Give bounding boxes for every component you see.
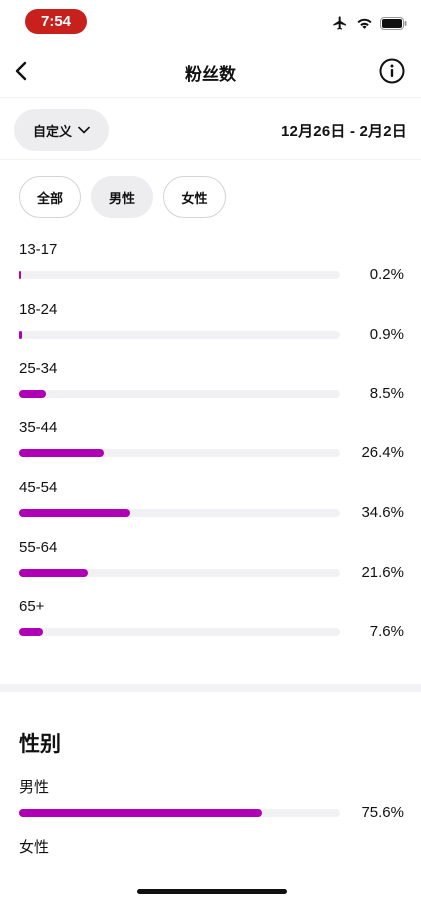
age-row-65-plus: 65+ 7.6% xyxy=(19,597,409,640)
gender-value: 75.6% xyxy=(361,804,404,821)
chip-male-label: 男性 xyxy=(108,190,135,206)
age-bar-fill xyxy=(19,628,44,636)
chip-all[interactable]: 全部 xyxy=(19,176,81,218)
age-bar-track xyxy=(19,271,340,279)
age-label: 13-17 xyxy=(19,241,58,258)
age-bar-track xyxy=(19,331,340,339)
chip-female[interactable]: 女性 xyxy=(163,176,226,218)
chevron-down-icon xyxy=(78,126,90,134)
age-row-45-54: 45-54 34.6% xyxy=(19,478,409,521)
gender-label: 女性 xyxy=(19,839,50,856)
status-time: 7:54 xyxy=(25,9,87,34)
gender-row-female: 女性 xyxy=(19,838,409,858)
age-bar-track xyxy=(19,569,340,577)
age-row-13-17: 13-17 0.2% xyxy=(19,240,409,283)
age-bar-fill xyxy=(19,509,131,517)
age-value: 0.9% xyxy=(369,326,404,343)
info-button[interactable] xyxy=(379,58,405,84)
status-bar: 7:54 xyxy=(0,0,421,44)
chip-female-label: 女性 xyxy=(181,190,208,206)
status-icons xyxy=(331,14,407,32)
gender-row-male: 男性 75.6% xyxy=(19,778,409,821)
chip-all-label: 全部 xyxy=(36,190,63,206)
gender-filter-chips: 全部 男性 女性 xyxy=(19,176,226,218)
age-bar-fill xyxy=(19,449,104,457)
age-value: 26.4% xyxy=(361,444,404,461)
age-bar-track xyxy=(19,509,340,517)
gender-bar-fill xyxy=(19,809,262,817)
age-bar-track xyxy=(19,449,340,457)
age-label: 65+ xyxy=(19,598,45,615)
age-bar-track xyxy=(19,628,340,636)
date-range-dropdown[interactable]: 自定义 xyxy=(14,109,109,151)
date-row: 自定义 12月26日 - 2月2日 xyxy=(0,98,421,160)
age-label: 55-64 xyxy=(19,539,58,556)
age-value: 8.5% xyxy=(369,385,404,402)
age-row-25-34: 25-34 8.5% xyxy=(19,359,409,402)
age-label: 25-34 xyxy=(19,360,58,377)
age-row-18-24: 18-24 0.9% xyxy=(19,300,409,343)
chip-male[interactable]: 男性 xyxy=(91,176,153,218)
gender-label: 男性 xyxy=(19,779,50,796)
nav-bar: 粉丝数 xyxy=(0,44,421,98)
section-divider xyxy=(0,684,421,692)
wifi-icon xyxy=(357,18,372,29)
gender-bar-track xyxy=(19,809,340,817)
age-row-55-64: 55-64 21.6% xyxy=(19,538,409,581)
age-value: 7.6% xyxy=(369,623,404,640)
age-bar-fill xyxy=(19,271,21,279)
age-label: 18-24 xyxy=(19,301,58,318)
age-label: 35-44 xyxy=(19,419,58,436)
age-row-35-44: 35-44 26.4% xyxy=(19,418,409,461)
gender-section-title: 性别 xyxy=(19,733,61,756)
home-indicator xyxy=(137,889,287,894)
battery-icon xyxy=(380,16,407,30)
date-range-dropdown-label: 自定义 xyxy=(32,123,72,139)
age-value: 34.6% xyxy=(361,504,404,521)
age-bar-track xyxy=(19,390,340,398)
age-label: 45-54 xyxy=(19,479,58,496)
age-bar-fill xyxy=(19,390,47,398)
age-bar-fill xyxy=(19,569,89,577)
page-title: 粉丝数 xyxy=(185,65,236,84)
age-value: 0.2% xyxy=(369,266,404,283)
age-value: 21.6% xyxy=(361,564,404,581)
age-bar-fill xyxy=(19,331,22,339)
airplane-icon xyxy=(333,16,346,30)
date-range-text: 12月26日 - 2月2日 xyxy=(281,123,407,140)
